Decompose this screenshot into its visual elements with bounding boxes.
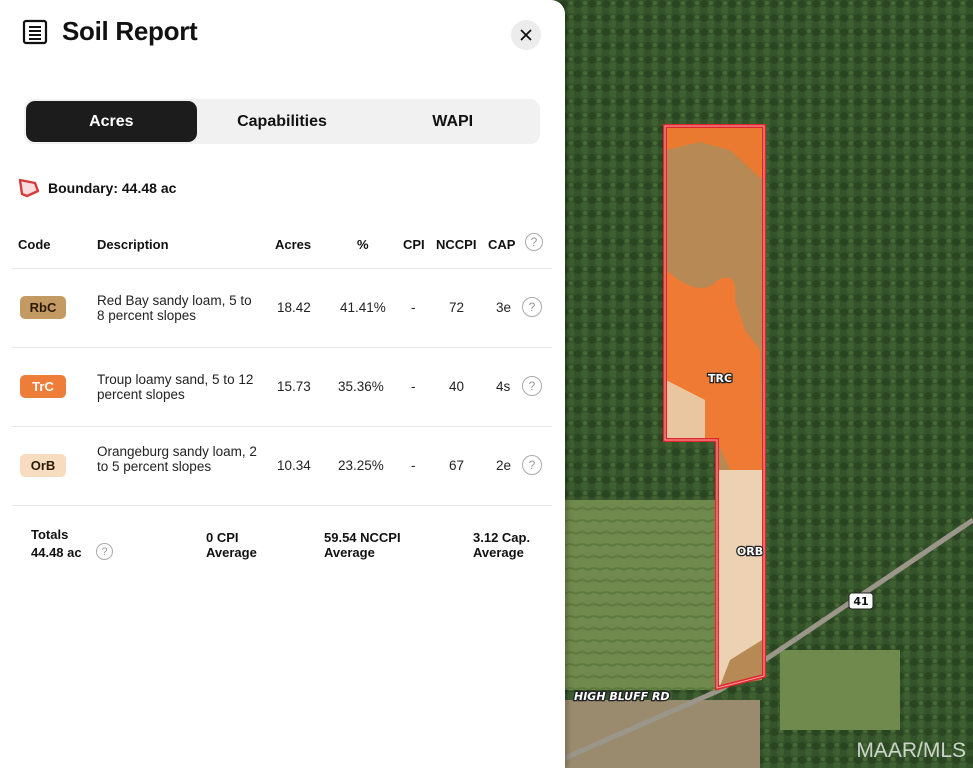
- column-header-acres: Acres: [275, 237, 312, 252]
- soil-cap: 4s: [496, 379, 511, 394]
- row-divider: [12, 268, 552, 269]
- route-number: 41: [853, 595, 868, 608]
- column-header-percent: %: [357, 237, 369, 252]
- watermark: MAAR/MLS: [856, 739, 966, 762]
- tab-capabilities[interactable]: Capabilities: [197, 101, 368, 142]
- soil-code-badge: RbC: [20, 296, 66, 319]
- map-label-trc: TRC: [708, 372, 732, 385]
- bare-field: [560, 700, 760, 768]
- totals-acres: 44.48 ac: [31, 545, 82, 560]
- totals-cpi-sub: Average: [206, 545, 257, 560]
- soil-cap: 3e: [496, 300, 512, 315]
- map-label-orb: ORB: [737, 545, 763, 558]
- tab-acres[interactable]: Acres: [26, 101, 197, 142]
- close-icon: [520, 29, 532, 41]
- soil-cap: 2e: [496, 458, 512, 473]
- totals-nccpi-sub: Average: [324, 545, 375, 560]
- report-tabs: Acres Capabilities WAPI: [24, 99, 540, 144]
- totals-cap-sub: Average: [473, 545, 524, 560]
- soil-description: Red Bay sandy loam, 5 to 8 percent slope…: [97, 293, 252, 323]
- soil-description: Troup loamy sand, 5 to 12 percent slopes: [97, 372, 254, 402]
- soil-description: Orangeburg sandy loam, 2 to 5 percent sl…: [97, 444, 257, 474]
- soil-acres: 15.73: [277, 379, 311, 394]
- row-help-icon[interactable]: ?: [522, 455, 542, 475]
- cap-help-icon[interactable]: ?: [525, 233, 543, 251]
- column-header-cap: CAP: [488, 237, 516, 252]
- column-header-description: Description: [97, 237, 169, 252]
- soil-nccpi: 72: [449, 300, 465, 315]
- tab-wapi[interactable]: WAPI: [367, 101, 538, 142]
- column-header-nccpi: NCCPI: [436, 237, 477, 252]
- report-icon: [22, 19, 48, 44]
- column-header-code: Code: [18, 237, 51, 252]
- row-help-icon[interactable]: ?: [522, 297, 542, 317]
- soil-nccpi: 40: [449, 379, 465, 394]
- route-shield: 41: [848, 592, 874, 610]
- row-help-icon[interactable]: ?: [522, 376, 542, 396]
- row-divider: [12, 347, 552, 348]
- boundary-label: Boundary: 44.48 ac: [48, 180, 177, 196]
- close-button[interactable]: [511, 20, 541, 50]
- clearing: [780, 650, 900, 730]
- totals-cpi: 0 CPI: [206, 530, 239, 545]
- soil-cpi: -: [411, 300, 416, 315]
- field-area: [565, 500, 715, 690]
- soil-cpi: -: [411, 458, 416, 473]
- soil-percent: 23.25%: [338, 458, 384, 473]
- soil-code-badge: TrC: [20, 375, 66, 398]
- totals-label: Totals: [31, 527, 69, 542]
- row-divider: [12, 505, 552, 506]
- soil-acres: 18.42: [277, 300, 311, 315]
- totals-nccpi: 59.54 NCCPI: [324, 530, 401, 545]
- boundary-icon: [18, 178, 40, 198]
- column-header-cpi: CPI: [403, 237, 425, 252]
- soil-percent: 35.36%: [338, 379, 384, 394]
- totals-cap: 3.12 Cap.: [473, 530, 531, 545]
- page-title: Soil Report: [62, 16, 198, 46]
- totals-help-icon[interactable]: ?: [96, 543, 113, 560]
- soil-percent: 41.41%: [340, 300, 386, 315]
- row-divider: [12, 426, 552, 427]
- soil-report-panel: Soil Report Acres Capabilities WAPI Boun…: [0, 0, 565, 768]
- soil-nccpi: 67: [449, 458, 465, 473]
- soil-code-badge: OrB: [20, 454, 66, 477]
- road-label: HIGH BLUFF RD: [574, 690, 670, 703]
- soil-acres: 10.34: [277, 458, 311, 473]
- soil-cpi: -: [411, 379, 416, 394]
- boundary-summary: Boundary: 44.48 ac: [18, 178, 176, 198]
- panel-header: Soil Report: [22, 16, 198, 47]
